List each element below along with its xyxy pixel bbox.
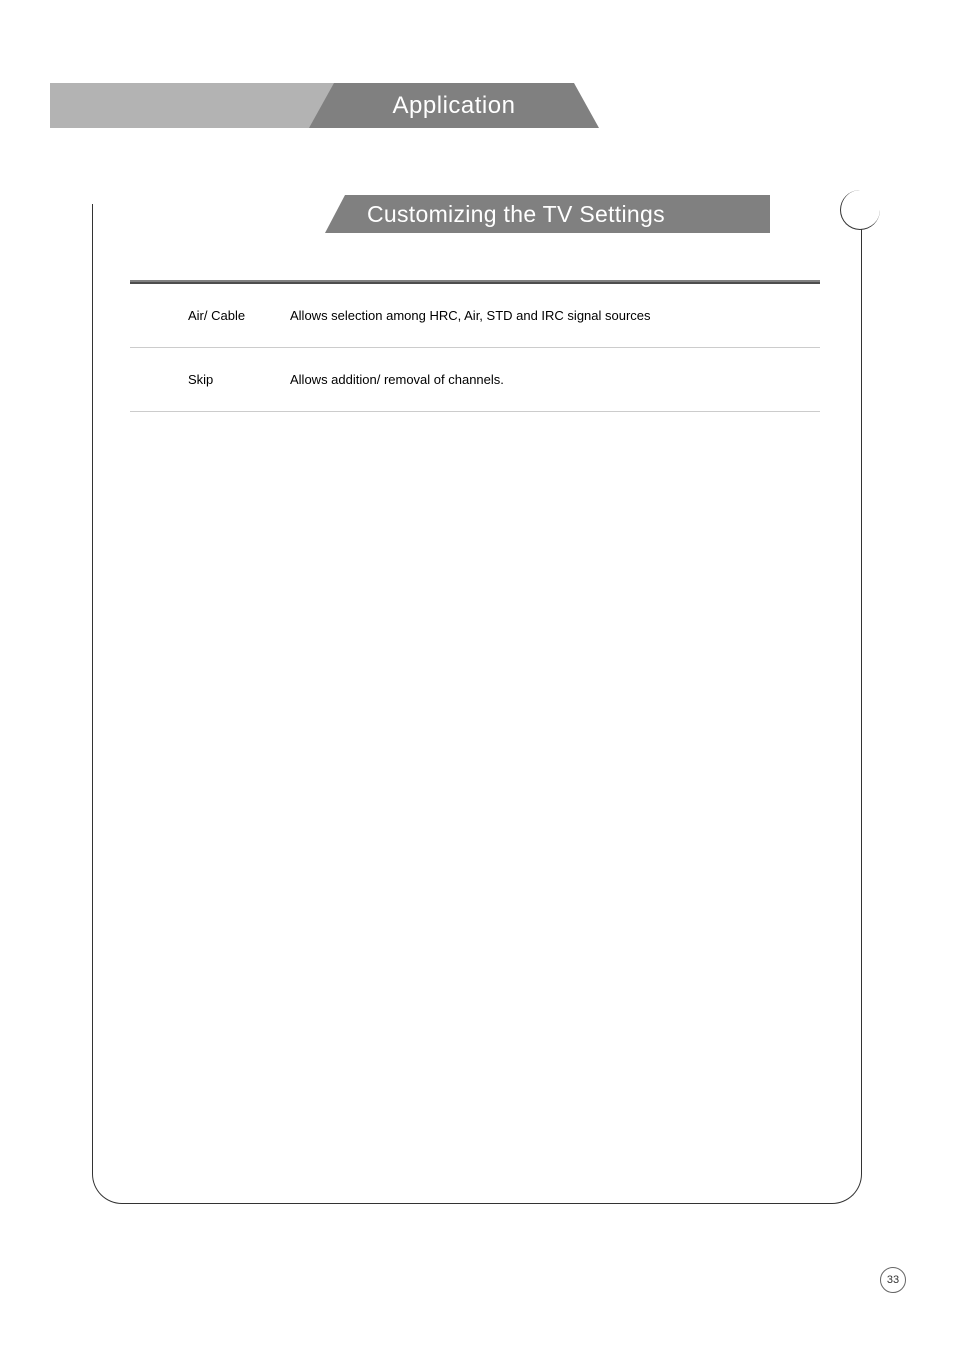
header-bar-accent [50, 83, 334, 128]
setting-description: Allows addition/ removal of channels. [290, 372, 820, 387]
setting-label: Skip [130, 372, 290, 387]
setting-description: Allows selection among HRC, Air, STD and… [290, 308, 820, 323]
settings-table: Air/ Cable Allows selection among HRC, A… [130, 280, 820, 412]
page-title: Application [334, 83, 574, 128]
corner-notch-decoration [840, 190, 880, 230]
header-tab-wrapper: Application [334, 83, 574, 128]
table-row: Skip Allows addition/ removal of channel… [130, 348, 820, 412]
page-number: 33 [880, 1267, 906, 1293]
setting-label: Air/ Cable [130, 308, 290, 323]
table-row: Air/ Cable Allows selection among HRC, A… [130, 284, 820, 348]
